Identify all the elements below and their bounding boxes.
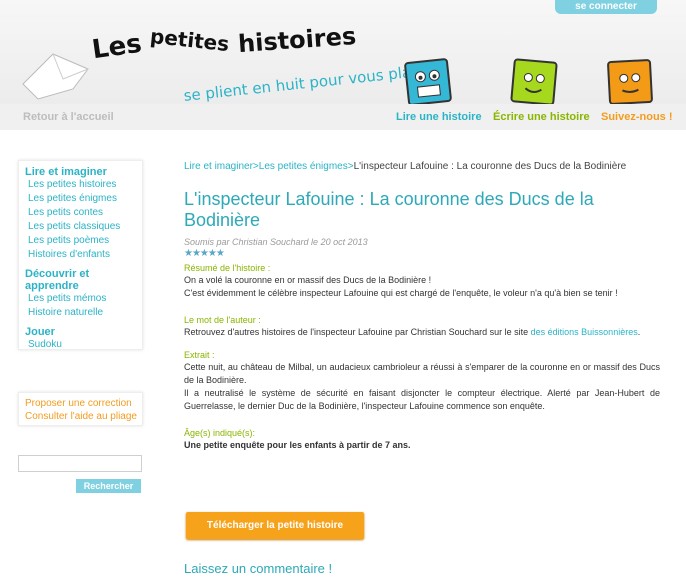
breadcrumb-current: L'inspecteur Lafouine : La couronne des … (353, 161, 627, 172)
page-title: L'inspecteur Lafouine : La couronne des … (184, 189, 594, 230)
nav-read-link[interactable]: Lire une histoire (396, 111, 482, 123)
search-input[interactable] (18, 455, 142, 472)
sidebar-item-sudoku[interactable]: Sudoku (19, 338, 142, 352)
site-logo[interactable]: Les petites histoires se plient en huit … (18, 18, 431, 108)
paper-fold-icon (22, 53, 89, 100)
extract-text-2: Il a neutralisé le système de sécurité e… (184, 388, 660, 411)
summary-text-1: On a volé la couronne en or massif des D… (184, 275, 432, 285)
orange-book-icon (606, 58, 654, 106)
extract-text-1: Cette nuit, au château de Milbal, un aud… (184, 362, 660, 385)
sidebar-item-enigmes[interactable]: Les petites énigmes (19, 192, 142, 206)
sidebar-heading-discover: Découvrir et apprendre (25, 268, 90, 292)
sidebar-item-enfants[interactable]: Histoires d'enfants (19, 248, 142, 262)
logo-word-petites: petites (148, 23, 231, 57)
summary-text-2: C'est évidemment le célèbre inspecteur L… (184, 288, 618, 298)
editions-link[interactable]: des éditions Buissonnières (531, 327, 638, 337)
comment-heading: Laissez un commentaire ! (184, 561, 333, 576)
book-mascots (400, 48, 670, 107)
sidebar-item-classiques[interactable]: Les petits classiques (19, 220, 142, 234)
propose-correction-link[interactable]: Proposer une correction (19, 397, 142, 410)
folding-help-link[interactable]: Consulter l'aide au pliage (19, 410, 142, 423)
extract-label: Extrait : (184, 350, 215, 360)
sidebar-heading-read: Lire et imaginer (25, 166, 107, 178)
age-text: Une petite enquête pour les enfants à pa… (184, 440, 411, 450)
search-button[interactable]: Rechercher (76, 479, 141, 493)
author-note-end: . (637, 327, 641, 337)
sidebar-item-naturelle[interactable]: Histoire naturelle (19, 306, 142, 320)
blue-book-icon (403, 57, 453, 107)
download-button[interactable]: Télécharger la petite histoire (186, 512, 364, 539)
logo-word-histoires: histoires (237, 21, 358, 59)
summary-label: Résumé de l'histoire : (184, 263, 271, 273)
author-note-text: Retrouvez d'autres histoires de l'inspec… (184, 326, 660, 339)
sidebar-item-contes[interactable]: Les petits contes (19, 206, 142, 220)
sidebar-heading-play: Jouer (25, 326, 55, 338)
breadcrumb: Lire et imaginer>Les petites énigmes>L'i… (184, 160, 660, 173)
sidebar-help-box: Proposer une correction Consulter l'aide… (18, 392, 143, 426)
breadcrumb-item-lire[interactable]: Lire et imaginer (184, 161, 253, 172)
main-navigation: Retour à l'accueil Lire une histoire Écr… (0, 104, 686, 130)
author-note-body: Retrouvez d'autres histoires de l'inspec… (184, 327, 529, 337)
nav-follow-link[interactable]: Suivez-nous ! (601, 111, 673, 123)
age-label: Âge(s) indiqué(s): (184, 428, 256, 438)
logo-word-les: Les (90, 28, 144, 66)
story-article: Lire et imaginer>Les petites énigmes>L'i… (184, 160, 660, 451)
rating-stars-icon[interactable]: ★★★★★ (184, 249, 660, 259)
sidebar-item-histoires[interactable]: Les petites histoires (19, 178, 142, 192)
breadcrumb-item-enigmes[interactable]: Les petites énigmes (259, 161, 348, 172)
login-button[interactable]: se connecter (555, 0, 657, 14)
green-book-icon (510, 58, 558, 106)
nav-write-link[interactable]: Écrire une histoire (493, 111, 590, 123)
sidebar-menu: Lire et imaginer Les petites histoires L… (18, 160, 143, 350)
nav-home-link[interactable]: Retour à l'accueil (23, 111, 114, 123)
author-meta: Soumis par Christian Souchard le 20 oct … (184, 237, 368, 247)
sidebar-item-poemes[interactable]: Les petits poèmes (19, 234, 142, 248)
sidebar-item-memos[interactable]: Les petits mémos (19, 292, 142, 306)
author-note-label: Le mot de l'auteur : (184, 315, 261, 325)
